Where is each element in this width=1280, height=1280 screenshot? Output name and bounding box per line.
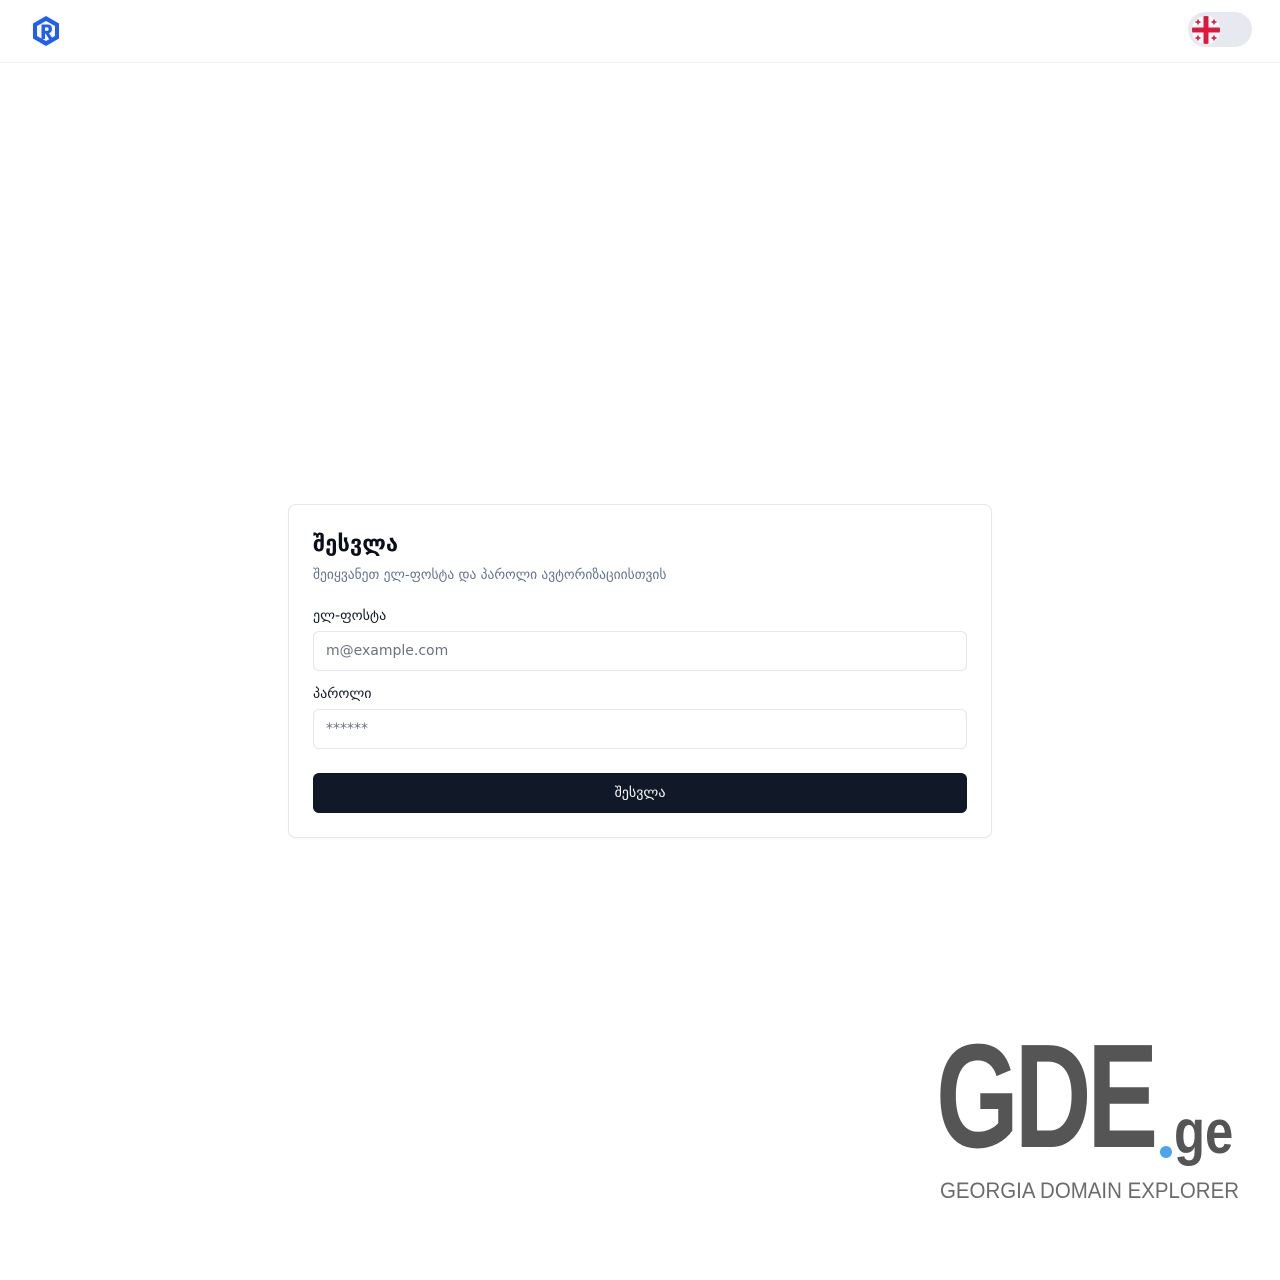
top-bar [0, 0, 1280, 63]
login-button[interactable]: შესვლა [313, 773, 967, 813]
r-logo-icon-graphic [33, 16, 59, 46]
login-card: შესვლა შეიყვანეთ ელ-ფოსტა და პაროლი ავტო… [288, 504, 992, 838]
login-title: შესვლა [313, 532, 399, 557]
gde-brand-logo: GDE ge GEORGIA DOMAIN EXPLORER [936, 1023, 1246, 1212]
password-label: პაროლი [313, 686, 372, 702]
cursor-arrow-icon [1040, 1062, 1068, 1122]
login-subtitle: შეიყვანეთ ელ-ფოსტა და პაროლი ავტორიზაციი… [313, 567, 667, 583]
password-field[interactable] [313, 709, 967, 749]
brand-tagline: GEORGIA DOMAIN EXPLORER [940, 1178, 1240, 1203]
email-label: ელ-ფოსტა [313, 608, 387, 624]
r-logo-icon[interactable] [30, 15, 62, 47]
brand-tld: ge [1174, 1098, 1234, 1167]
brand-dot [1160, 1146, 1172, 1158]
georgia-flag-icon [1192, 16, 1220, 44]
language-toggle[interactable] [1188, 12, 1252, 47]
email-field[interactable] [313, 631, 967, 671]
